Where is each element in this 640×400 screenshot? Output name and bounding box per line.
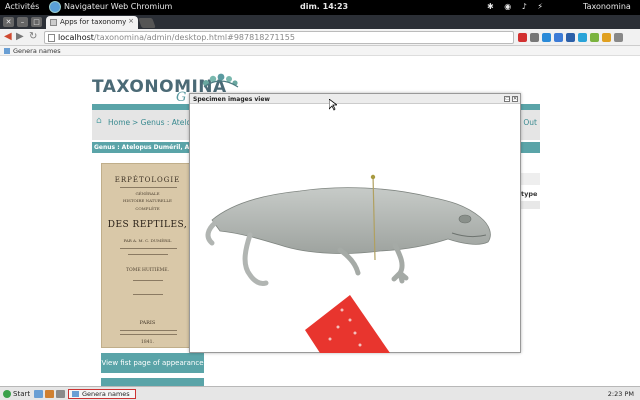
url-host: localhost	[58, 33, 94, 42]
book-first-page-image: ERPÉTOLOGIE GÉNÉRALE HISTOIRE NATURELLE …	[101, 163, 194, 348]
dialog-title[interactable]: Specimen images view	[190, 94, 520, 104]
system-tray-icons[interactable]: ✱ ◉ ♪ ⚡	[487, 2, 547, 11]
launcher-terminal-icon[interactable]	[56, 390, 65, 398]
window-close-icon[interactable]: ✕	[3, 17, 14, 27]
mouse-cursor-icon	[329, 99, 337, 111]
new-tab-button[interactable]	[138, 18, 156, 28]
extension-icon[interactable]	[518, 33, 527, 42]
logout-link[interactable]: Out	[523, 118, 537, 127]
extension-icon[interactable]	[554, 33, 563, 42]
taskbar-clock: 2:23 PM	[607, 390, 634, 398]
book-sub2: HISTOIRE NATURELLE	[123, 198, 172, 203]
start-label: Start	[13, 390, 31, 398]
specimen-front-leg	[391, 242, 409, 284]
logo-subtitle: G	[176, 90, 187, 105]
start-icon	[3, 390, 11, 398]
right-panel-row	[520, 201, 540, 209]
book-authors: PAR A. M. C. DUMÉRIL	[123, 238, 172, 243]
book-sub1: GÉNÉRALE	[135, 191, 160, 196]
home-icon[interactable]: ⌂	[96, 117, 104, 126]
tab-title: Apps for taxonomy	[60, 18, 127, 26]
extension-icon[interactable]	[530, 33, 539, 42]
right-panel-header	[520, 173, 540, 185]
bottom-taskbar: Start Genera names 2:23 PM	[0, 386, 640, 400]
tab-close-icon[interactable]: ×	[128, 17, 134, 25]
user-menu[interactable]: Taxonomina	[583, 2, 631, 11]
launcher-files-icon[interactable]	[34, 390, 43, 398]
secondary-button[interactable]	[101, 378, 204, 386]
url-path: /taxonomina/admin/desktop.html#987818271…	[93, 33, 295, 42]
specimen-red-tag	[305, 295, 390, 353]
type-column-label: type	[521, 190, 538, 198]
activities-button[interactable]: Activités	[5, 2, 39, 11]
reload-icon[interactable]: ↻	[29, 31, 37, 42]
window-minimize-icon[interactable]: –	[17, 17, 28, 27]
window-icon	[72, 391, 79, 397]
page-icon	[48, 34, 55, 42]
specimen-eye	[458, 214, 472, 224]
tab-favicon-icon	[50, 19, 57, 26]
dialog-title-text: Specimen images view	[193, 96, 270, 103]
tag-hole	[353, 331, 357, 335]
app-menu[interactable]: Navigateur Web Chromium	[64, 2, 172, 11]
book-year: 1841.	[141, 340, 154, 345]
book-rule	[120, 334, 177, 335]
bookmark-genera-names[interactable]: Genera names	[4, 47, 61, 55]
book-title-main: DES REPTILES,	[107, 220, 188, 230]
book-rule	[120, 187, 177, 188]
bookmark-label: Genera names	[13, 47, 61, 55]
specimen-back-leg-3	[205, 220, 218, 246]
specimen-body	[211, 187, 491, 254]
dialog-minimize-icon[interactable]: ▭	[504, 96, 510, 102]
extension-icon[interactable]	[542, 33, 551, 42]
tag-hole	[358, 343, 362, 347]
tag-hole	[340, 308, 344, 312]
chromium-icon	[49, 1, 61, 13]
book-title-top: ERPÉTOLOGIE	[114, 176, 181, 184]
browser-tab-active[interactable]: Apps for taxonomy ×	[46, 16, 138, 29]
specimen-images-dialog: Specimen images view ▭ ✕	[189, 93, 521, 353]
book-rule	[133, 294, 163, 295]
extension-icon[interactable]	[578, 33, 587, 42]
extension-icon[interactable]	[566, 33, 575, 42]
book-city: PARIS	[139, 320, 156, 326]
home-link[interactable]: Home	[108, 118, 130, 127]
book-rule	[128, 254, 168, 255]
extension-icon[interactable]	[590, 33, 599, 42]
start-button[interactable]: Start	[2, 389, 34, 399]
view-first-page-button[interactable]: View fist page of appearance	[101, 353, 204, 373]
taskbar-item-label: Genera names	[82, 390, 130, 398]
tag-hole	[336, 325, 340, 329]
tag-hole	[348, 318, 352, 322]
browser-toolbar: ◀ ▶ ↻ localhost/taxonomina/admin/desktop…	[0, 29, 640, 46]
book-sub3: COMPLÈTE	[135, 206, 160, 211]
book-rule	[133, 280, 163, 281]
forward-arrow-icon[interactable]: ▶	[16, 31, 24, 42]
back-arrow-icon[interactable]: ◀	[4, 31, 12, 42]
extension-icon[interactable]	[614, 33, 623, 42]
specimen-back-leg-2	[242, 232, 269, 286]
bookmark-icon	[4, 48, 10, 54]
logo-leaf-icon	[203, 73, 239, 88]
dialog-close-icon[interactable]: ✕	[512, 96, 518, 102]
system-clock[interactable]: dim. 14:23	[300, 2, 348, 11]
book-rule	[120, 330, 177, 331]
taskbar-item-genera-names[interactable]: Genera names	[68, 389, 136, 399]
book-tome: TOME HUITIÈME.	[126, 268, 169, 273]
launcher-firefox-icon[interactable]	[45, 390, 54, 398]
bookmarks-bar: Genera names	[0, 46, 640, 56]
extension-icon[interactable]	[602, 33, 611, 42]
browser-tab-strip: ✕ – □ Apps for taxonomy ×	[0, 15, 640, 29]
system-top-bar: Activités Navigateur Web Chromium dim. 1…	[0, 0, 640, 15]
window-maximize-icon[interactable]: □	[31, 17, 42, 27]
specimen-pin-head	[370, 174, 376, 180]
book-rule	[120, 248, 177, 249]
specimen-photo	[205, 174, 491, 353]
tag-hole	[328, 337, 332, 341]
address-bar[interactable]: localhost/taxonomina/admin/desktop.html#…	[44, 31, 514, 44]
